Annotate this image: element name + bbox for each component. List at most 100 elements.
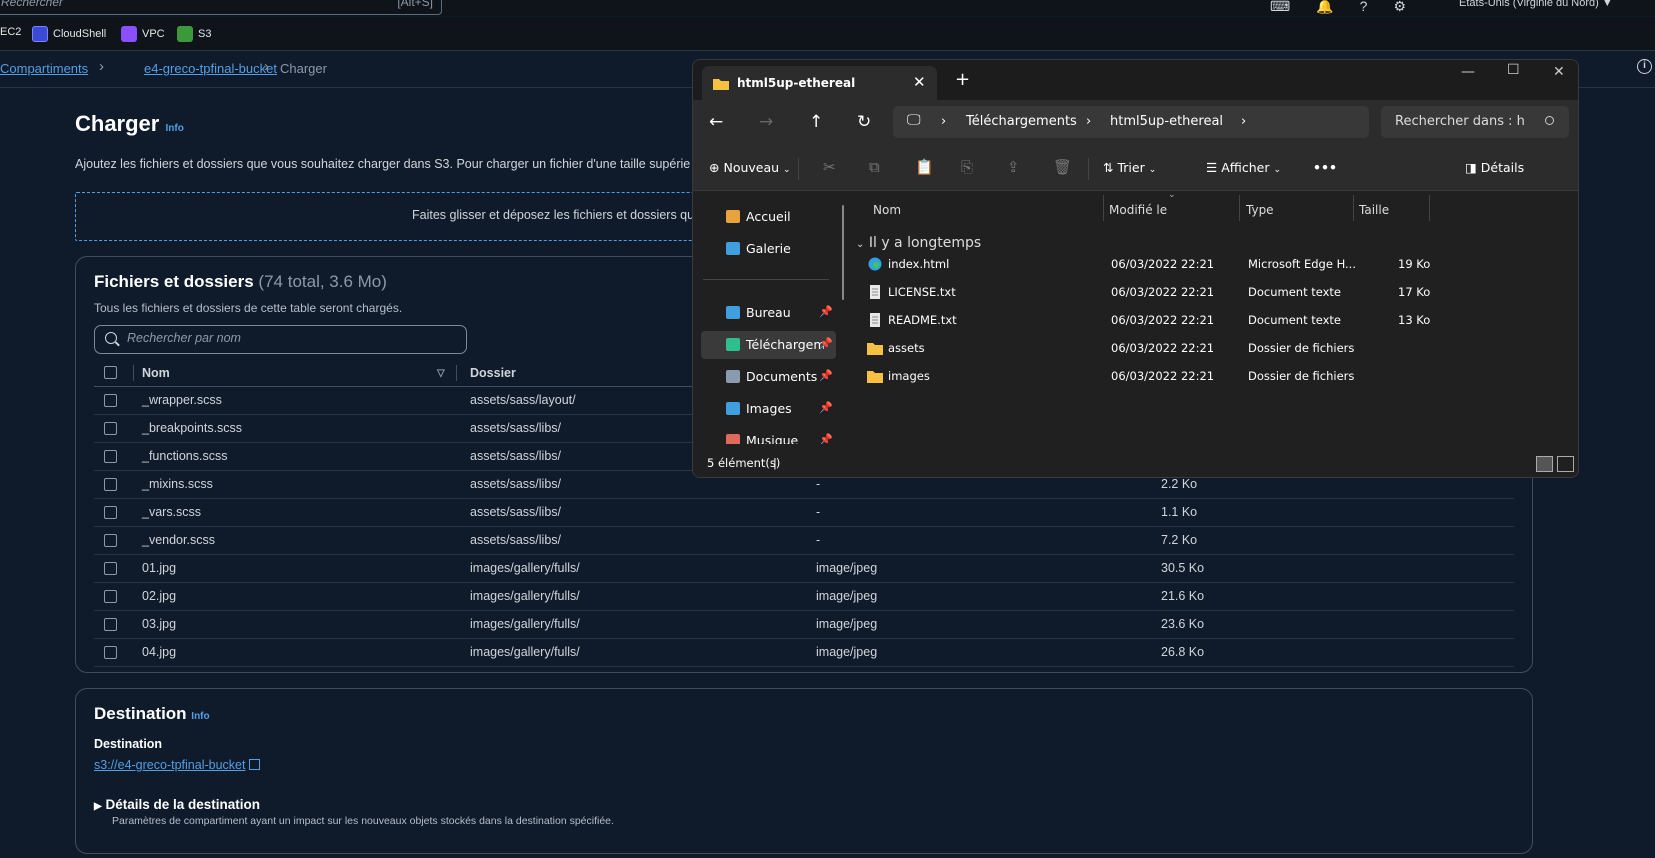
- file-row[interactable]: README.txt 06/03/2022 22:21 Document texte…: [848, 306, 1578, 334]
- row-checkbox[interactable]: [104, 422, 117, 435]
- pin-icon[interactable]: 📌: [819, 401, 833, 414]
- copy-icon[interactable]: ⧉: [869, 158, 880, 176]
- explorer-tab[interactable]: html5up-ethereal ✕: [702, 66, 937, 100]
- row-checkbox[interactable]: [104, 618, 117, 631]
- file-explorer-window: html5up-ethereal ✕ + — ☐ ✕ ← → ↑ ↻ 🖵 › T…: [692, 59, 1579, 478]
- column-header-name[interactable]: Nom: [873, 203, 901, 217]
- row-checkbox[interactable]: [104, 506, 117, 519]
- more-options-icon[interactable]: •••: [1313, 160, 1337, 175]
- explorer-status-bar: 5 élément(s) |: [693, 444, 1578, 477]
- view-button[interactable]: ☰ Afficher ⌄: [1206, 160, 1281, 175]
- select-all-checkbox[interactable]: [104, 366, 117, 379]
- sort-icon: ⇅: [1103, 160, 1114, 175]
- explorer-file-name: index.html: [888, 257, 950, 271]
- tiles-view-icon[interactable]: [1557, 456, 1574, 472]
- destination-details-toggle[interactable]: ▶ Détails de la destination: [94, 797, 260, 812]
- pin-icon[interactable]: 📌: [819, 337, 833, 350]
- bell-icon[interactable]: 🔔: [1316, 0, 1333, 15]
- nav-item-gallery[interactable]: Galerie: [701, 235, 836, 263]
- new-button[interactable]: ⊕ Nouveau ⌄: [709, 160, 791, 175]
- region-selector[interactable]: États-Unis (Virginie du Nord) ▼: [1459, 0, 1613, 9]
- group-header[interactable]: ⌄ Il y a longtemps: [856, 235, 981, 251]
- back-arrow-icon[interactable]: ←: [709, 112, 723, 132]
- table-row[interactable]: 02.jpg images/gallery/fulls/image/jpeg 21.…: [94, 583, 1514, 611]
- global-search-input[interactable]: Rechercher [Alt+S]: [0, 0, 442, 15]
- address-field[interactable]: 🖵 › Téléchargements › html5up-ethereal ›: [893, 106, 1369, 138]
- column-header-modified[interactable]: Modifié le: [1109, 203, 1167, 217]
- nav-scrollbar[interactable]: [842, 205, 844, 300]
- sort-button[interactable]: ⇅ Trier ⌄: [1103, 160, 1156, 175]
- table-row[interactable]: _vars.scss assets/sass/libs/ - 1.1 Ko: [94, 499, 1514, 527]
- file-row[interactable]: assets 06/03/2022 22:21 Dossier de fichier…: [848, 334, 1578, 362]
- explorer-file-list: Nom Modifié le ⌄ Type Taille ⌄ Il y a lo…: [848, 190, 1578, 444]
- file-row[interactable]: images 06/03/2022 22:21 Dossier de fichier…: [848, 362, 1578, 390]
- file-size: 30.5 Ko: [1161, 561, 1205, 575]
- paste-icon[interactable]: 📋: [915, 158, 934, 176]
- search-by-name-field[interactable]: [94, 325, 467, 354]
- info-link[interactable]: Info: [165, 123, 183, 134]
- maximize-icon[interactable]: ☐: [1507, 62, 1520, 78]
- breadcrumb-compartiments[interactable]: Compartiments: [0, 61, 88, 76]
- nav-item-desktop[interactable]: Bureau 📌: [701, 299, 836, 327]
- file-size: 1.1 Ko: [1161, 505, 1198, 519]
- nav-item-documents[interactable]: Documents 📌: [701, 363, 836, 391]
- row-checkbox[interactable]: [104, 450, 117, 463]
- delete-icon[interactable]: 🗑: [1053, 158, 1072, 176]
- nav-item-home[interactable]: Accueil: [701, 203, 836, 231]
- gear-icon[interactable]: ⚙: [1393, 0, 1406, 15]
- row-checkbox[interactable]: [104, 562, 117, 575]
- favorite-s3[interactable]: S3: [177, 26, 211, 42]
- forward-arrow-icon[interactable]: →: [759, 112, 773, 132]
- minimize-icon[interactable]: —: [1461, 64, 1475, 80]
- row-checkbox[interactable]: [104, 394, 117, 407]
- destination-details-title: Détails de la destination: [105, 797, 261, 812]
- table-row[interactable]: 04.jpg images/gallery/fulls/image/jpeg 26.…: [94, 639, 1514, 667]
- favorite-ec2[interactable]: EC2: [0, 26, 21, 38]
- details-view-icon[interactable]: [1536, 456, 1553, 472]
- row-checkbox[interactable]: [104, 646, 117, 659]
- nav-item-download[interactable]: Téléchargements📌: [701, 331, 836, 359]
- refresh-icon[interactable]: ↻: [857, 112, 871, 132]
- table-row[interactable]: _vendor.scss assets/sass/libs/ - 7.2 Ko: [94, 527, 1514, 555]
- breadcrumb-bucket[interactable]: e4-greco-tpfinal-bucket: [144, 61, 277, 76]
- close-tab-icon[interactable]: ✕: [913, 73, 926, 91]
- nav-item-images[interactable]: Images 📌: [701, 395, 836, 423]
- help-icon[interactable]: ?: [1360, 0, 1368, 15]
- new-tab-icon[interactable]: +: [955, 69, 970, 90]
- cloudshell-terminal-icon[interactable]: ⌨: [1270, 0, 1290, 15]
- path-segment-folder[interactable]: html5up-ethereal: [1110, 114, 1223, 129]
- details-pane-button[interactable]: ◨ Détails: [1465, 160, 1524, 175]
- share-icon[interactable]: ⇪: [1007, 158, 1020, 176]
- column-header-folder[interactable]: Dossier: [470, 366, 516, 380]
- row-checkbox[interactable]: [104, 534, 117, 547]
- explorer-search-field[interactable]: Rechercher dans : html5up-ethereal: [1381, 106, 1569, 138]
- search-by-name-input[interactable]: [127, 331, 457, 345]
- file-folder: images/gallery/fulls/: [470, 589, 580, 603]
- file-folder: assets/sass/libs/: [470, 505, 562, 519]
- row-checkbox[interactable]: [104, 590, 117, 603]
- column-header-type[interactable]: Type: [1246, 203, 1274, 217]
- favorite-vpc[interactable]: VPC: [121, 26, 165, 42]
- pin-icon[interactable]: 📌: [819, 305, 833, 318]
- favorite-cloudshell[interactable]: CloudShell: [32, 26, 106, 42]
- table-row[interactable]: 01.jpg images/gallery/fulls/image/jpeg 30.…: [94, 555, 1514, 583]
- column-header-size[interactable]: Taille: [1359, 203, 1389, 217]
- rename-icon[interactable]: ⎘: [961, 158, 973, 176]
- info-link[interactable]: Info: [191, 711, 209, 722]
- table-row[interactable]: 03.jpg images/gallery/fulls/image/jpeg 23.…: [94, 611, 1514, 639]
- up-arrow-icon[interactable]: ↑: [809, 112, 823, 132]
- destination-url-link[interactable]: s3://e4-greco-tpfinal-bucket: [94, 758, 245, 772]
- explorer-file-type: Microsoft Edge H...: [1248, 257, 1356, 271]
- path-segment-downloads[interactable]: Téléchargements: [966, 114, 1077, 129]
- column-header-name[interactable]: Nom: [142, 366, 170, 380]
- sort-descending-icon[interactable]: ▽: [437, 368, 445, 379]
- file-row[interactable]: index.html 06/03/2022 22:21 Microsoft Edge…: [848, 250, 1578, 278]
- row-checkbox[interactable]: [104, 478, 117, 491]
- info-panel-icon[interactable]: i: [1637, 59, 1652, 74]
- cut-icon[interactable]: ✂: [823, 158, 836, 176]
- close-window-icon[interactable]: ✕: [1553, 64, 1565, 80]
- pin-icon[interactable]: 📌: [819, 369, 833, 382]
- view-label: Afficher: [1221, 160, 1270, 175]
- file-row[interactable]: LICENSE.txt 06/03/2022 22:21 Document text…: [848, 278, 1578, 306]
- file-name: _vars.scss: [142, 505, 202, 519]
